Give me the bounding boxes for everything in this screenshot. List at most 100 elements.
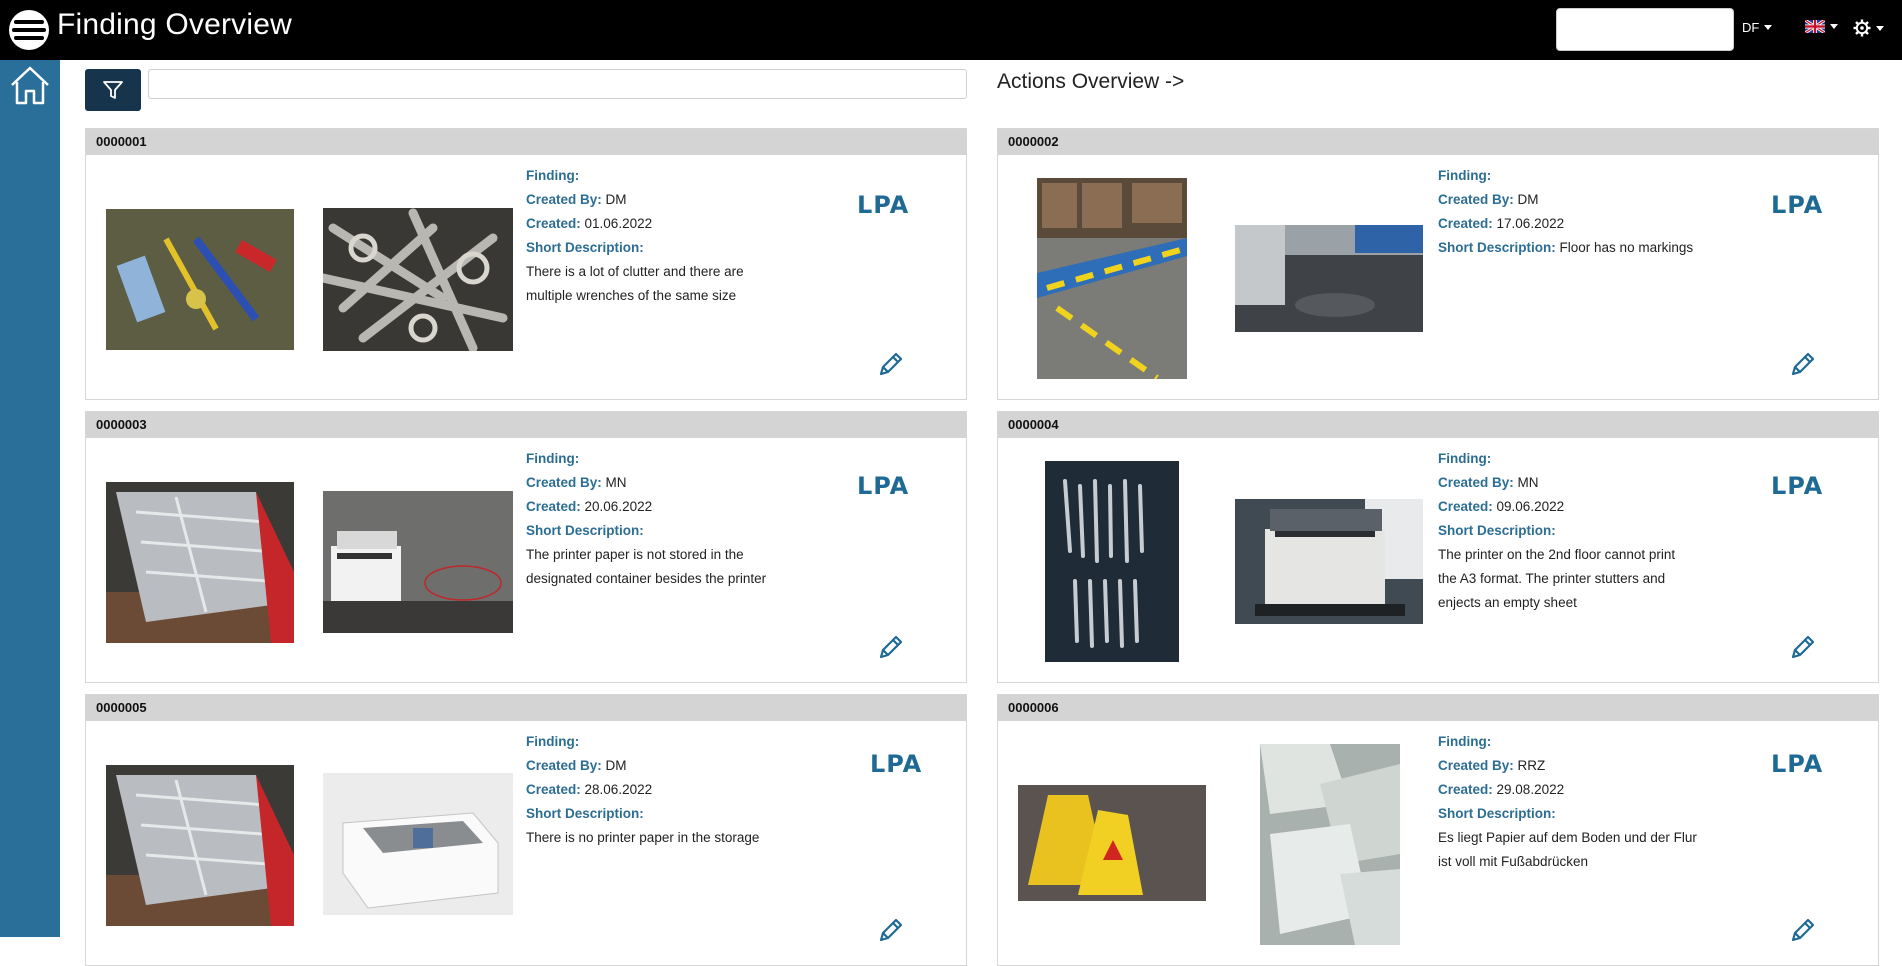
filter-input[interactable] — [148, 69, 967, 99]
created-label: Created: — [526, 499, 581, 514]
finding-label: Finding: — [1438, 168, 1492, 183]
finding-photo-dark-floor[interactable] — [1235, 225, 1423, 332]
finding-card[interactable]: 0000004 Finding: Created By: MN Created:… — [997, 411, 1879, 683]
short-description-line: There is a lot of clutter and there are — [526, 264, 744, 279]
lpa-badge: LPA — [1771, 191, 1824, 219]
created-by-label: Created By: — [1438, 192, 1514, 207]
finding-info: Finding: Created By: DM Created: 01.06.2… — [526, 164, 816, 308]
finding-info: Finding: Created By: RRZ Created: 29.08.… — [1438, 730, 1738, 874]
edit-pencil-icon[interactable] — [1788, 351, 1816, 379]
short-description-line: Es liegt Papier auf dem Boden und der Fl… — [1438, 830, 1697, 845]
finding-label: Finding: — [526, 168, 580, 183]
finding-info: Finding: Created By: DM Created: 28.06.2… — [526, 730, 816, 850]
created-label: Created: — [526, 782, 581, 797]
created-by-label: Created By: — [526, 192, 602, 207]
created-by-label: Created By: — [526, 475, 602, 490]
finding-photo-wrenches[interactable] — [323, 208, 513, 351]
edit-pencil-icon[interactable] — [876, 917, 904, 945]
settings-dropdown[interactable] — [1853, 19, 1884, 37]
created-by-value: DM — [605, 758, 627, 773]
uk-flag-icon — [1805, 20, 1825, 33]
created-label: Created: — [1438, 216, 1493, 231]
edit-pencil-icon[interactable] — [1788, 917, 1816, 945]
short-description-line: The printer paper is not stored in the — [526, 547, 744, 562]
chevron-down-icon — [1764, 25, 1773, 30]
finding-photo-caution-sign[interactable] — [1018, 785, 1206, 901]
created-value: 09.06.2022 — [1496, 499, 1565, 514]
finding-label: Finding: — [526, 734, 580, 749]
edit-pencil-icon[interactable] — [1788, 634, 1816, 662]
lpa-badge: LPA — [857, 191, 910, 219]
finding-info: Finding: Created By: MN Created: 09.06.2… — [1438, 447, 1738, 615]
sidebar — [0, 60, 60, 937]
created-by-value: MN — [605, 475, 627, 490]
finding-card[interactable]: 0000002 Finding: Created By: DM Created:… — [997, 128, 1879, 400]
short-description-line: The printer on the 2nd floor cannot prin… — [1438, 547, 1676, 562]
finding-info: Finding: Created By: MN Created: 20.06.2… — [526, 447, 816, 591]
created-by-label: Created By: — [1438, 475, 1514, 490]
created-value: 20.06.2022 — [584, 499, 653, 514]
actions-overview-link[interactable]: Actions Overview -> — [997, 70, 1184, 94]
finding-card[interactable]: 0000005 Finding: Created By: DM Created:… — [85, 694, 967, 966]
finding-photo-tool-wall[interactable] — [1045, 461, 1179, 662]
lang-code: DF — [1742, 20, 1760, 35]
created-by-value: DM — [605, 192, 627, 207]
finding-id: 0000004 — [998, 412, 1878, 438]
filter-icon — [103, 81, 123, 99]
short-description-line: the A3 format. The printer stutters and — [1438, 571, 1666, 586]
short-description-label: Short Description: — [526, 523, 644, 538]
app-logo-icon[interactable] — [8, 9, 50, 51]
finding-info: Finding: Created By: DM Created: 17.06.2… — [1438, 164, 1748, 260]
lpa-badge: LPA — [857, 472, 910, 500]
finding-photo-drawer[interactable] — [106, 765, 294, 926]
short-description-label: Short Description: — [526, 240, 644, 255]
lang-code-dropdown[interactable]: DF — [1742, 20, 1773, 35]
chevron-down-icon — [1876, 25, 1884, 31]
gear-icon — [1853, 19, 1871, 37]
finding-card[interactable]: 0000006 Finding: Created By: RRZ Created… — [997, 694, 1879, 966]
finding-label: Finding: — [1438, 451, 1492, 466]
finding-id: 0000005 — [86, 695, 966, 721]
finding-photo-printer-room[interactable] — [323, 491, 513, 633]
finding-photo-drawer[interactable] — [106, 482, 294, 643]
created-by-label: Created By: — [526, 758, 602, 773]
lpa-badge: LPA — [1771, 750, 1824, 778]
finding-id: 0000002 — [998, 129, 1878, 155]
filter-button[interactable] — [85, 69, 141, 111]
finding-card[interactable]: 0000003 Finding: Created By: MN Created:… — [85, 411, 967, 683]
created-value: 29.08.2022 — [1496, 782, 1565, 797]
finding-label: Finding: — [1438, 734, 1492, 749]
finding-photo-paper-sheets[interactable] — [1260, 744, 1400, 945]
short-description-line: ist voll mit Fußabdrücken — [1438, 854, 1589, 869]
finding-photo-paper-tray[interactable] — [323, 773, 513, 915]
finding-id: 0000001 — [86, 129, 966, 155]
created-by-label: Created By: — [1438, 758, 1514, 773]
language-dropdown[interactable] — [1805, 20, 1838, 33]
edit-pencil-icon[interactable] — [876, 351, 904, 379]
finding-id: 0000003 — [86, 412, 966, 438]
finding-label: Finding: — [526, 451, 580, 466]
chevron-down-icon — [1830, 24, 1838, 29]
app-title: Finding Overview — [57, 8, 292, 41]
finding-id: 0000006 — [998, 695, 1878, 721]
short-description-label: Short Description: — [1438, 240, 1556, 255]
lpa-badge: LPA — [1771, 472, 1824, 500]
finding-photo-warehouse-floor[interactable] — [1037, 178, 1187, 379]
created-value: 17.06.2022 — [1496, 216, 1565, 231]
header-search-input[interactable] — [1556, 8, 1734, 51]
lpa-badge: LPA — [870, 750, 923, 778]
short-description-label: Short Description: — [1438, 806, 1556, 821]
edit-pencil-icon[interactable] — [876, 634, 904, 662]
finding-card[interactable]: 0000001 Finding: Created By: DM Created:… — [85, 128, 967, 400]
top-bar: Finding Overview DF — [0, 0, 1902, 60]
short-description-label: Short Description: — [1438, 523, 1556, 538]
short-description-line: designated container besides the printer — [526, 571, 767, 586]
short-description-label: Short Description: — [526, 806, 644, 821]
created-label: Created: — [526, 216, 581, 231]
created-label: Created: — [1438, 782, 1493, 797]
short-description-value: Floor has no markings — [1559, 240, 1694, 255]
home-icon[interactable] — [8, 63, 52, 107]
created-by-value: RRZ — [1517, 758, 1546, 773]
finding-photo-printer[interactable] — [1235, 499, 1423, 624]
finding-photo-tools[interactable] — [106, 209, 294, 350]
